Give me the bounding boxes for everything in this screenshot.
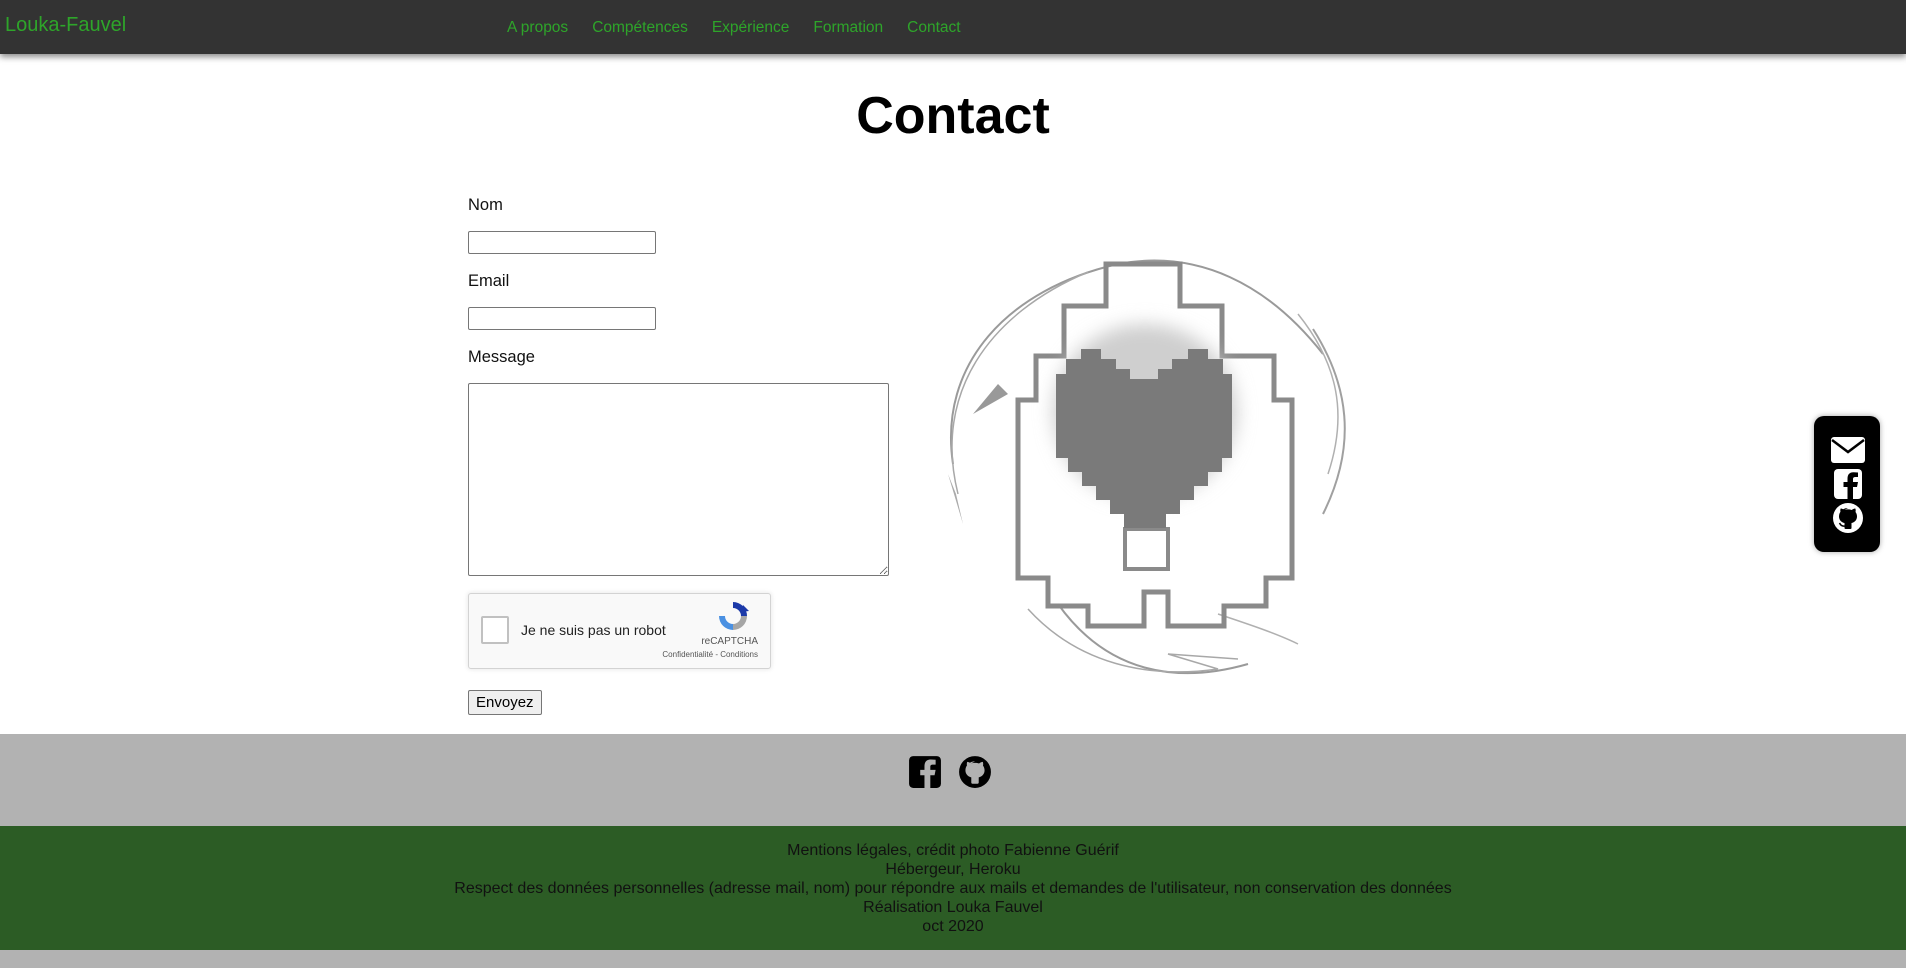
floating-social-bar [1814, 416, 1880, 552]
name-input[interactable] [468, 231, 656, 254]
message-textarea[interactable] [468, 383, 889, 576]
page-title: Contact [856, 87, 1050, 145]
top-navbar: Louka-Fauvel A propos Compétences Expéri… [0, 0, 1906, 54]
recaptcha-privacy-links[interactable]: Confidentialité - Conditions [662, 650, 758, 659]
bottom-strip [0, 950, 1906, 968]
message-label: Message [468, 348, 535, 366]
footer-social-bar [0, 734, 1906, 826]
legal-line-date: oct 2020 [922, 918, 984, 935]
submit-button[interactable]: Envoyez [468, 690, 542, 715]
heart-emblem-illustration [948, 259, 1346, 675]
legal-line-realisation: Réalisation Louka Fauvel [863, 899, 1043, 916]
facebook-icon[interactable] [1830, 468, 1866, 500]
recaptcha-widget: Je ne suis pas un robot reCAPTCHA Confid… [468, 593, 771, 669]
brand-link[interactable]: Louka-Fauvel [5, 14, 126, 37]
email-input[interactable] [468, 307, 656, 330]
legal-line-mentions[interactable]: Mentions légales, crédit photo Fabienne … [0, 841, 1906, 860]
email-label: Email [468, 272, 510, 290]
legal-line-hebergeur: Hébergeur, Heroku [885, 861, 1021, 878]
legal-line-donnees: Respect des données personnelles (adress… [454, 880, 1452, 897]
github-icon[interactable] [1830, 502, 1866, 534]
nav-link-formation[interactable]: Formation [813, 19, 883, 37]
recaptcha-checkbox[interactable] [481, 616, 509, 644]
recaptcha-label: Je ne suis pas un robot [521, 622, 666, 638]
nav-link-experience[interactable]: Expérience [712, 19, 790, 37]
github-icon[interactable] [958, 755, 992, 789]
footer-legal: Mentions légales, crédit photo Fabienne … [0, 826, 1906, 950]
envelope-icon[interactable] [1830, 434, 1866, 466]
name-label: Nom [468, 196, 503, 214]
facebook-icon[interactable] [908, 755, 942, 789]
nav-link-a-propos[interactable]: A propos [507, 19, 568, 37]
nav-menu: A propos Compétences Expérience Formatio… [507, 19, 961, 37]
nav-link-competences[interactable]: Compétences [592, 19, 688, 37]
nav-link-contact[interactable]: Contact [907, 19, 960, 37]
recaptcha-logo-icon [719, 602, 749, 630]
recaptcha-brand: reCAPTCHA [701, 636, 758, 647]
